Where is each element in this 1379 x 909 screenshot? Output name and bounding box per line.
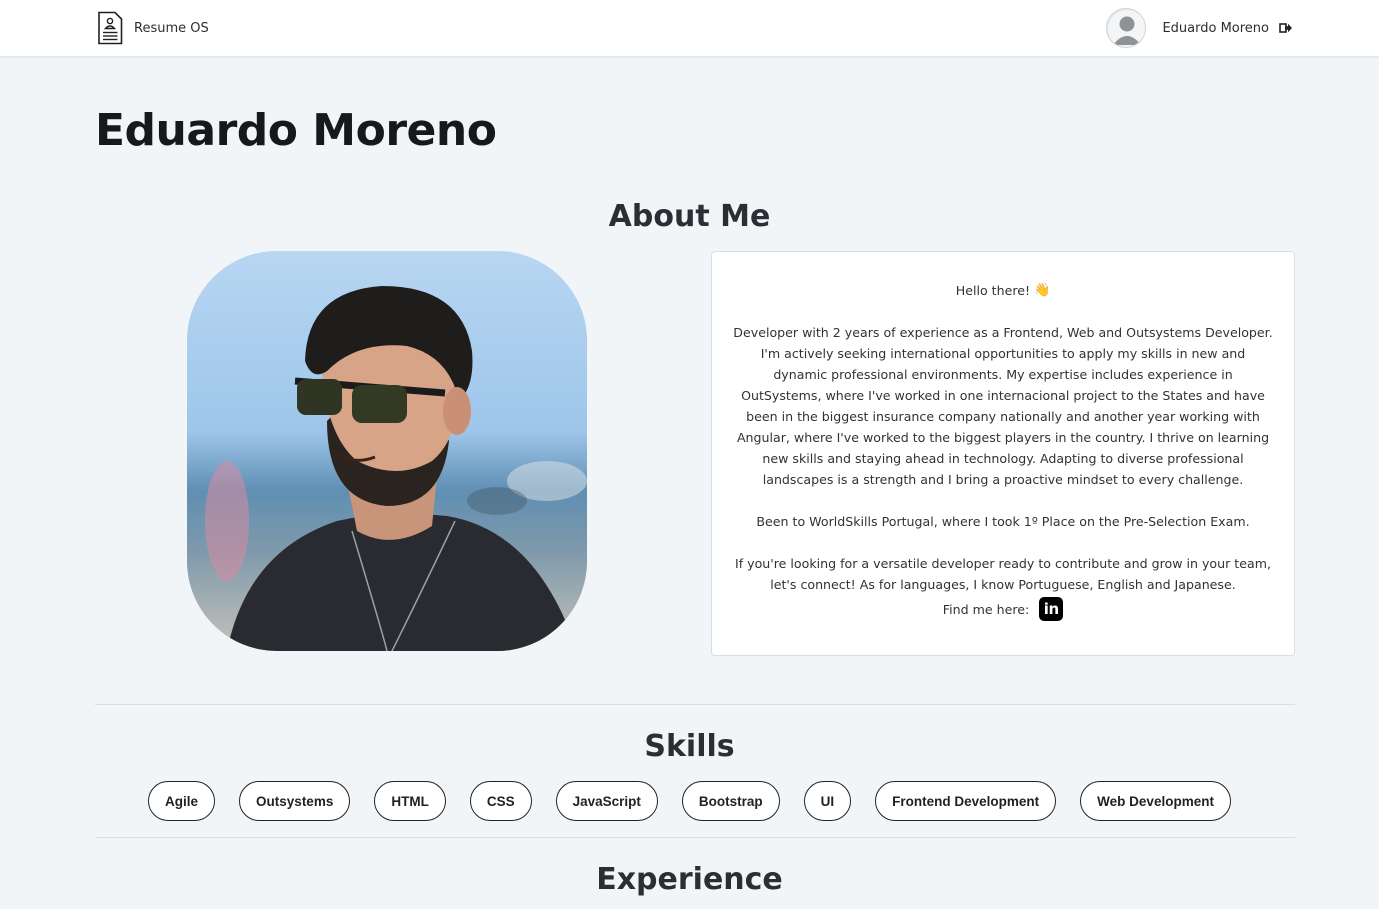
- skill-pill: Frontend Development: [875, 781, 1057, 821]
- user-menu: Eduardo Moreno: [1106, 8, 1293, 48]
- find-me-row: Find me here: in: [732, 597, 1274, 621]
- profile-photo-illustration: [187, 251, 587, 651]
- default-user-icon: [1108, 10, 1146, 47]
- brand-name: Resume OS: [134, 20, 209, 36]
- skill-pill: Bootstrap: [681, 781, 780, 821]
- resume-document-icon: [98, 11, 123, 45]
- brand-link[interactable]: Resume OS: [96, 11, 209, 45]
- skills-heading: Skills: [644, 729, 735, 764]
- about-paragraph-3: If you're looking for a versatile develo…: [735, 556, 1271, 592]
- divider: [95, 704, 1295, 705]
- about-me-heading: About Me: [608, 199, 771, 234]
- logout-icon[interactable]: [1279, 21, 1293, 35]
- linkedin-icon[interactable]: in: [1039, 597, 1064, 621]
- skill-pill: JavaScript: [555, 781, 658, 821]
- greeting: Hello there! 👋: [732, 280, 1274, 301]
- skills-list: Agile Outsystems HTML CSS JavaScript Boo…: [0, 781, 1379, 821]
- skill-pill: CSS: [469, 781, 532, 821]
- greeting-text: Hello there!: [955, 283, 1031, 298]
- skill-pill: Agile: [148, 781, 216, 821]
- about-paragraph-1: Developer with 2 years of experience as …: [733, 325, 1273, 487]
- user-name[interactable]: Eduardo Moreno: [1162, 21, 1269, 36]
- skill-pill: HTML: [374, 781, 446, 821]
- divider: [95, 837, 1295, 838]
- experience-heading: Experience: [596, 862, 783, 897]
- skill-pill: Web Development: [1080, 781, 1231, 821]
- waving-hand-icon: 👋: [1034, 283, 1051, 298]
- about-me-card: Hello there! 👋 Developer with 2 years of…: [711, 251, 1295, 656]
- top-navbar: Resume OS Eduardo Moreno: [0, 0, 1379, 56]
- skill-pill: UI: [803, 781, 852, 821]
- page-title: Eduardo Moreno: [95, 105, 497, 156]
- profile-photo: [187, 251, 587, 651]
- avatar[interactable]: [1106, 8, 1147, 48]
- skill-pill: Outsystems: [239, 781, 351, 821]
- find-me-label: Find me here:: [942, 601, 1030, 617]
- about-paragraph-2: Been to WorldSkills Portugal, where I to…: [756, 514, 1250, 529]
